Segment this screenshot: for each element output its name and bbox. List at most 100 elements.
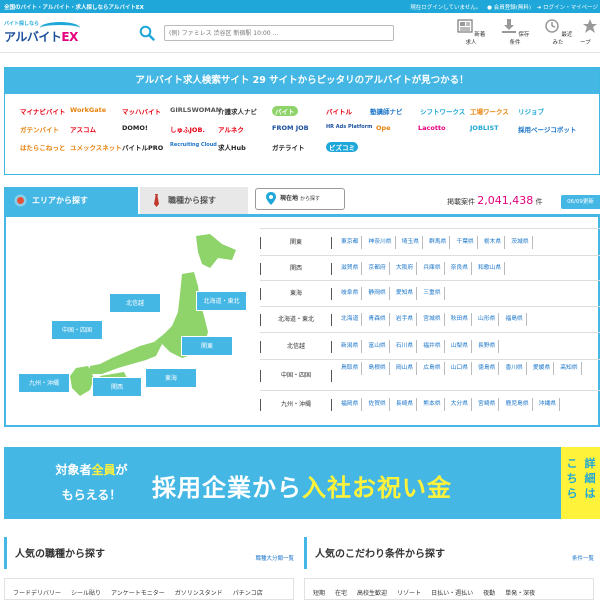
- prefecture-link[interactable]: 高知県: [557, 362, 582, 375]
- partner-site-12[interactable]: アスコム: [70, 124, 96, 134]
- map-region-chugoku-shikoku[interactable]: 中国・四国: [51, 320, 103, 340]
- partner-site-21[interactable]: 採用ページコボット: [518, 124, 576, 134]
- prefecture-link[interactable]: 兵庫県: [420, 261, 445, 275]
- region-name[interactable]: 北信越: [260, 340, 332, 353]
- condition-tag[interactable]: 在宅: [335, 590, 347, 597]
- condition-tag[interactable]: 夜勤: [483, 590, 495, 597]
- prefecture-link[interactable]: 富山県: [365, 339, 390, 353]
- prefecture-link[interactable]: 宮城県: [420, 313, 445, 326]
- search-icon[interactable]: [139, 25, 155, 41]
- prefecture-link[interactable]: 山梨県: [448, 339, 473, 353]
- prefecture-link[interactable]: 大分県: [448, 398, 473, 411]
- prefecture-link[interactable]: 群馬県: [426, 235, 451, 249]
- prefecture-link[interactable]: 山口県: [448, 362, 473, 375]
- prefecture-link[interactable]: 長野県: [475, 339, 500, 353]
- prefecture-link[interactable]: 新潟県: [338, 339, 363, 353]
- partner-site-10[interactable]: リジョブ: [518, 106, 544, 116]
- region-name[interactable]: 北海道・東北: [260, 314, 332, 326]
- map-region-kanto[interactable]: 関東: [181, 336, 233, 356]
- new-jobs-button[interactable]: 新着求人: [454, 19, 488, 46]
- prefecture-link[interactable]: 埼玉県: [399, 235, 424, 249]
- prefecture-link[interactable]: 大阪府: [393, 261, 418, 275]
- partner-site-17[interactable]: HR Ads Platform: [326, 124, 372, 130]
- prefecture-link[interactable]: 広島県: [420, 362, 445, 375]
- partner-site-22[interactable]: はたらこねっと: [20, 142, 65, 152]
- job-tag[interactable]: パチンコ店: [233, 590, 263, 597]
- register-link[interactable]: ● 会員登録(無料): [487, 5, 531, 11]
- prefecture-link[interactable]: 福井県: [420, 339, 445, 353]
- prefecture-link[interactable]: 茨城県: [508, 235, 533, 249]
- partner-site-16[interactable]: FROM JOB: [272, 124, 309, 132]
- partner-site-8[interactable]: シフトワークス: [420, 106, 465, 116]
- prefecture-link[interactable]: 島根県: [365, 362, 390, 375]
- partner-site-5[interactable]: バイト: [272, 106, 298, 116]
- condition-tag[interactable]: 高校生歓迎: [357, 590, 387, 597]
- partner-site-3[interactable]: GIRLSWOMAN: [170, 106, 221, 114]
- prefecture-link[interactable]: 岐阜県: [338, 287, 363, 300]
- prefecture-link[interactable]: 愛知県: [393, 287, 418, 300]
- login-link[interactable]: ➜ ログイン・マイページ: [537, 5, 598, 11]
- prefecture-link[interactable]: 山形県: [475, 313, 500, 326]
- region-name[interactable]: 中国・四国: [260, 369, 332, 382]
- region-name[interactable]: 関東: [260, 236, 332, 249]
- site-logo[interactable]: バイト探しなら アルバイトEX: [4, 20, 84, 48]
- prefecture-link[interactable]: 佐賀県: [365, 398, 390, 411]
- prefecture-link[interactable]: 岡山県: [393, 362, 418, 375]
- map-region-hokkaido-tohoku[interactable]: 北海道・東北: [196, 291, 247, 311]
- job-tag[interactable]: シール貼り: [71, 590, 101, 597]
- partner-site-13[interactable]: DOMO!: [122, 124, 148, 132]
- condition-tag[interactable]: 日払い・週払い: [431, 590, 473, 597]
- condition-tag[interactable]: 単発・深夜: [505, 590, 535, 597]
- prefecture-link[interactable]: 東京都: [338, 235, 363, 249]
- prefecture-link[interactable]: 長崎県: [393, 398, 418, 411]
- region-name[interactable]: 東海: [260, 288, 332, 300]
- popular-conditions-link[interactable]: 条件一覧: [572, 554, 594, 562]
- tab-job[interactable]: 職種から探す: [140, 187, 248, 214]
- partner-site-11[interactable]: ガテンバイト: [20, 124, 59, 134]
- region-name[interactable]: 九州・沖縄: [260, 399, 332, 411]
- partner-site-1[interactable]: WorkGate: [70, 106, 106, 114]
- prefecture-link[interactable]: 秋田県: [448, 313, 473, 326]
- map-region-kyushu-okinawa[interactable]: 九州・沖縄: [18, 373, 70, 393]
- prefecture-link[interactable]: 和歌山県: [475, 261, 506, 275]
- prefecture-link[interactable]: 栃木県: [481, 235, 506, 249]
- prefecture-link[interactable]: 三重県: [420, 287, 445, 300]
- partner-site-24[interactable]: バイトルPRO: [122, 142, 163, 152]
- partner-site-6[interactable]: バイトル: [326, 106, 352, 116]
- partner-site-18[interactable]: Ope: [376, 124, 391, 132]
- partner-site-4[interactable]: 介護求人ナビ: [218, 106, 257, 116]
- partner-site-2[interactable]: マッハバイト: [122, 106, 161, 116]
- partner-site-7[interactable]: 塾講師ナビ: [370, 106, 403, 116]
- condition-tag[interactable]: 短期: [313, 590, 325, 597]
- prefecture-link[interactable]: 熊本県: [420, 398, 445, 411]
- prefecture-link[interactable]: 静岡県: [365, 287, 390, 300]
- prefecture-link[interactable]: 京都府: [365, 261, 390, 275]
- promo-banner[interactable]: 対象者全員が もらえる！ 採用企業から入社お祝い金 こちら 詳細は: [4, 447, 600, 519]
- prefecture-link[interactable]: 奈良県: [448, 261, 473, 275]
- partner-site-25[interactable]: Recruiting Cloud: [170, 142, 217, 148]
- search-input[interactable]: [164, 25, 394, 41]
- partner-site-27[interactable]: ガテライト: [272, 142, 305, 152]
- job-tag[interactable]: ガソリンスタンド: [175, 590, 223, 597]
- banner-details-button[interactable]: こちら 詳細は: [561, 447, 600, 519]
- partner-site-0[interactable]: マイナビバイト: [20, 106, 65, 116]
- popular-jobs-link[interactable]: 職種大分類一覧: [255, 554, 294, 562]
- partner-site-20[interactable]: JOBLIST: [470, 124, 499, 132]
- current-location-button[interactable]: 現在地 から探す: [255, 188, 345, 210]
- prefecture-link[interactable]: 神奈川県: [365, 235, 396, 249]
- job-tag[interactable]: アンケートモニター: [111, 590, 165, 597]
- map-region-hokushinetsu[interactable]: 北信越: [109, 293, 161, 313]
- partner-site-9[interactable]: 工場ワークス: [470, 106, 509, 116]
- tab-area[interactable]: エリアから探す: [4, 187, 138, 214]
- prefecture-link[interactable]: 石川県: [393, 339, 418, 353]
- prefecture-link[interactable]: 滋賀県: [338, 261, 363, 275]
- partner-site-14[interactable]: しゅふJOB.: [170, 124, 205, 134]
- partner-site-28[interactable]: ビズコミ: [326, 142, 358, 152]
- prefecture-link[interactable]: 徳島県: [475, 362, 500, 375]
- partner-site-19[interactable]: Lacotto: [418, 124, 446, 132]
- prefecture-link[interactable]: 青森県: [365, 313, 390, 326]
- map-region-tokai[interactable]: 東海: [145, 368, 197, 388]
- saved-conditions-button[interactable]: 保存条件: [498, 19, 532, 46]
- prefecture-link[interactable]: 北海道: [338, 313, 363, 326]
- prefecture-link[interactable]: 愛媛県: [530, 362, 555, 375]
